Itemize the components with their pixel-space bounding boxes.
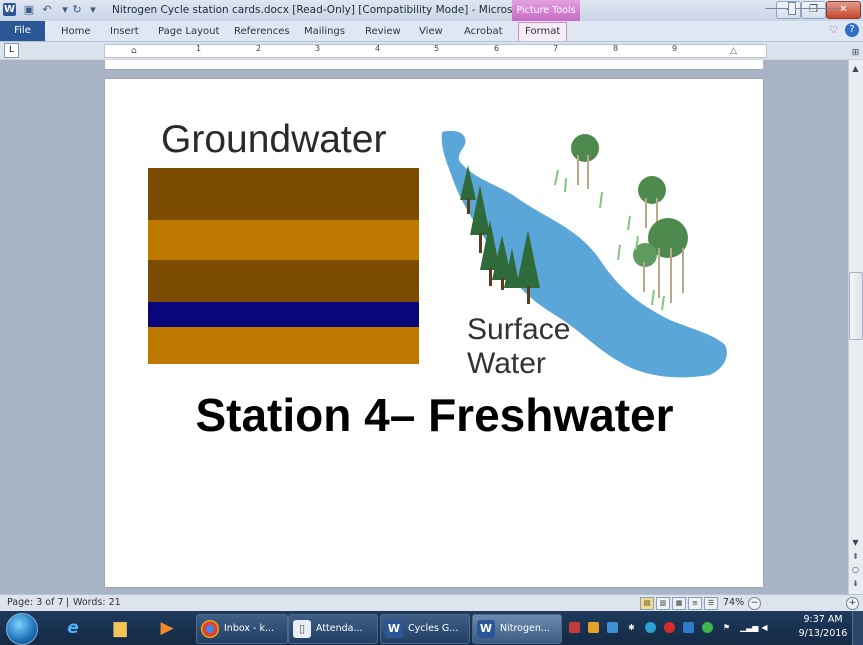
scroll-up-arrow-icon[interactable]: ▲ (849, 62, 862, 75)
surface-water-line2: Water (467, 347, 546, 380)
file-explorer-icon[interactable]: ▆ (105, 615, 135, 641)
ruler-number: 1 (196, 44, 202, 53)
chrome-icon (201, 619, 219, 638)
soil-layer (148, 168, 419, 220)
close-button[interactable]: ✕ (826, 1, 861, 19)
bluetooth-icon[interactable]: ✱ (626, 622, 637, 633)
tray-app-icon[interactable] (569, 622, 580, 633)
tray-app-icon[interactable] (683, 622, 694, 633)
window-title: Nitrogen Cycle station cards.docx [Read-… (112, 4, 557, 16)
web-layout-icon[interactable]: ▦ (672, 597, 686, 610)
horizontal-ruler[interactable]: 1 2 3 4 5 6 7 8 9 (104, 44, 767, 58)
draft-icon[interactable]: ☰ (704, 597, 718, 610)
tray-app-icon[interactable] (588, 622, 599, 633)
internet-explorer-icon[interactable]: e (58, 615, 88, 641)
next-page-icon[interactable]: ⇟ (849, 577, 862, 590)
ruler-number: 4 (375, 44, 381, 53)
view-ruler-icon[interactable]: ⊞ (849, 47, 862, 60)
taskbar-button-label: Cycles G... (408, 623, 459, 634)
network-icon[interactable]: ▁▃▅ (740, 622, 758, 633)
tab-page-layout[interactable]: Page Layout (158, 23, 219, 41)
tab-view[interactable]: View (419, 23, 443, 41)
previous-page-bottom (105, 60, 763, 70)
media-player-icon[interactable]: ▶ (152, 615, 182, 641)
word-count[interactable]: Words: 21 (73, 595, 121, 611)
taskbar-button-label: Attenda... (316, 623, 363, 634)
picture-tools-label: Picture Tools (512, 0, 580, 21)
ruler-number: 5 (434, 44, 440, 53)
surface-water-label: Surface Water (467, 313, 570, 381)
volume-icon[interactable]: ◀ (759, 622, 770, 633)
ruler-number: 9 (672, 44, 678, 53)
tab-mailings[interactable]: Mailings (304, 23, 345, 41)
undo-icon[interactable]: ↶ (40, 3, 54, 17)
scroll-down-arrow-icon[interactable]: ▼ (849, 536, 862, 549)
scrollbar-thumb[interactable] (849, 272, 863, 340)
groundwater-layer (148, 302, 419, 327)
zoom-slider-thumb[interactable] (788, 2, 796, 15)
tab-format[interactable]: Format (518, 22, 568, 41)
print-layout-icon[interactable]: ▤ (640, 597, 654, 610)
sand-layer (148, 220, 419, 260)
word-icon: W (477, 619, 495, 638)
save-icon[interactable]: ▣ (22, 3, 36, 17)
ruler-number: 7 (553, 44, 559, 53)
tray-app-icon[interactable] (645, 622, 656, 633)
page-count[interactable]: Page: 3 of 7 (7, 595, 64, 611)
groundwater-title: Groundwater (161, 118, 387, 161)
redo-icon[interactable]: ↻ (70, 3, 84, 17)
zoom-out-icon[interactable]: − (748, 597, 761, 610)
sand-layer (148, 327, 419, 364)
outline-icon[interactable]: ≡ (688, 597, 702, 610)
station-title-text: Station 4– Freshwater (195, 389, 674, 441)
ruler-number: 2 (256, 44, 262, 53)
browse-object-icon[interactable]: ○ (849, 563, 862, 576)
surface-water-line1: Surface (467, 313, 571, 346)
zoom-slider-track[interactable] (765, 8, 840, 9)
tab-selector-icon[interactable]: L (4, 43, 19, 58)
tab-insert[interactable]: Insert (110, 23, 139, 41)
right-indent-marker-icon[interactable]: △ (730, 46, 737, 56)
indent-marker-icon[interactable]: ⌂ (131, 46, 137, 56)
tab-acrobat[interactable]: Acrobat (464, 23, 503, 41)
word-app-icon[interactable]: W (3, 3, 16, 16)
tab-file[interactable]: File (0, 21, 45, 41)
taskbar-button-cycles[interactable]: W Cycles G... (380, 614, 470, 644)
ruler-number: 6 (494, 44, 500, 53)
word-icon: W (385, 619, 403, 638)
show-desktop-button[interactable] (852, 611, 863, 645)
tray-app-icon[interactable] (702, 622, 713, 633)
groundwater-layers-image[interactable] (148, 168, 419, 364)
action-center-icon[interactable]: ⚑ (721, 622, 732, 633)
taskbar-button-label: Inbox - k... (224, 623, 275, 634)
zoom-in-icon[interactable]: + (846, 597, 859, 610)
status-bar: Page: 3 of 7 | Words: 21 ▤ ▥ ▦ ≡ ☰ 74% −… (0, 594, 863, 612)
help-icon[interactable]: ? (845, 23, 859, 37)
previous-page-icon[interactable]: ⇞ (849, 550, 862, 563)
full-screen-reading-icon[interactable]: ▥ (656, 597, 670, 610)
ruler-number: 8 (613, 44, 619, 53)
status-divider: | (66, 597, 70, 608)
station-title: Station 4– Freshwater (0, 388, 863, 442)
customize-toolbar-icon[interactable]: ▾ (86, 3, 100, 17)
taskbar-button-inbox[interactable]: Inbox - k... (196, 614, 288, 644)
taskbar-button-nitrogen[interactable]: W Nitrogen... (472, 614, 562, 644)
clock-date[interactable]: 9/13/2016 (798, 628, 848, 639)
restore-button[interactable]: ❐ (801, 1, 826, 19)
soil-layer (148, 260, 419, 302)
clock-time[interactable]: 9:37 AM (798, 614, 848, 625)
start-button[interactable] (6, 613, 38, 645)
tab-review[interactable]: Review (365, 23, 401, 41)
taskbar-button-attendance[interactable]: ▯ Attenda... (288, 614, 378, 644)
tray-app-icon[interactable] (664, 622, 675, 633)
minimize-ribbon-icon[interactable]: ♡ (829, 25, 838, 36)
tray-app-icon[interactable] (607, 622, 618, 633)
tab-references[interactable]: References (234, 23, 290, 41)
zoom-level[interactable]: 74% (723, 595, 744, 611)
document-icon: ▯ (293, 619, 311, 638)
taskbar-button-label: Nitrogen... (500, 623, 550, 634)
ruler-number: 3 (315, 44, 321, 53)
tab-home[interactable]: Home (61, 23, 91, 41)
